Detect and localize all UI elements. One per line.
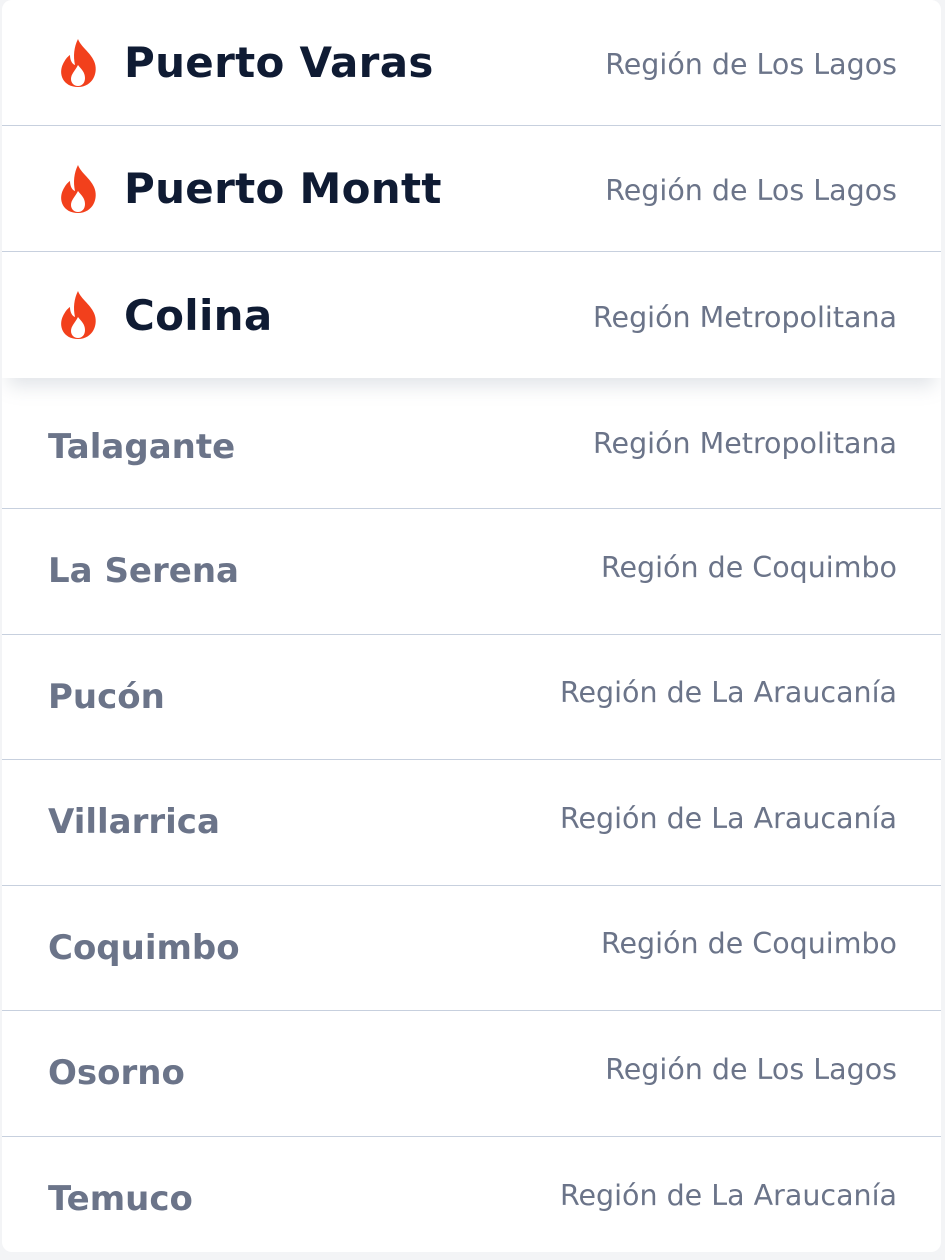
location-results-list: Talagante Región Metropolitana La Serena… <box>2 378 941 1252</box>
location-region: Región de Coquimbo <box>600 927 897 961</box>
location-name: Osorno <box>48 1053 185 1094</box>
trending-locations: Puerto Varas Región de Los Lagos Puerto … <box>2 0 941 378</box>
location-region: Región de La Araucanía <box>559 676 897 710</box>
trending-location-item[interactable]: Puerto Varas Región de Los Lagos <box>2 0 941 126</box>
trending-location-item[interactable]: Colina Región Metropolitana <box>2 252 941 378</box>
location-name: La Serena <box>48 551 239 592</box>
location-item[interactable]: La Serena Región de Coquimbo <box>2 509 941 635</box>
location-suggestions-panel: Puerto Varas Región de Los Lagos Puerto … <box>2 0 941 1252</box>
location-region: Región de La Araucanía <box>559 801 897 835</box>
location-region: Región Metropolitana <box>593 300 897 334</box>
location-name: Villarrica <box>48 802 220 843</box>
trending-location-item[interactable]: Puerto Montt Región de Los Lagos <box>2 126 941 252</box>
location-region: Región Metropolitana <box>593 426 897 460</box>
location-name: Coquimbo <box>48 927 240 968</box>
fire-icon <box>61 291 96 339</box>
location-item[interactable]: Talagante Región Metropolitana <box>2 378 941 509</box>
location-region: Región de Los Lagos <box>605 1052 897 1086</box>
location-region: Región de La Araucanía <box>559 1178 897 1212</box>
location-name-group: Puerto Varas <box>54 37 434 89</box>
location-name: Talagante <box>48 427 236 467</box>
location-item[interactable]: Temuco Región de La Araucanía <box>2 1137 941 1253</box>
location-region: Región de Los Lagos <box>605 174 897 207</box>
location-item[interactable]: Osorno Región de Los Lagos <box>2 1011 941 1137</box>
location-item[interactable]: Coquimbo Región de Coquimbo <box>2 886 941 1011</box>
location-item[interactable]: Villarrica Región de La Araucanía <box>2 760 941 886</box>
location-name: Puerto Varas <box>124 38 434 87</box>
location-name-group: Colina <box>54 289 273 341</box>
location-region: Región de Los Lagos <box>605 48 897 81</box>
fire-icon <box>61 38 96 87</box>
fire-icon <box>61 164 96 213</box>
location-name: Colina <box>124 290 273 340</box>
location-name-group: Puerto Montt <box>54 163 442 215</box>
location-item[interactable]: Pucón Región de La Araucanía <box>2 635 941 760</box>
location-region: Región de Coquimbo <box>600 550 897 584</box>
location-name: Pucón <box>48 676 165 717</box>
location-name: Temuco <box>48 1179 193 1220</box>
location-name: Puerto Montt <box>124 164 442 213</box>
